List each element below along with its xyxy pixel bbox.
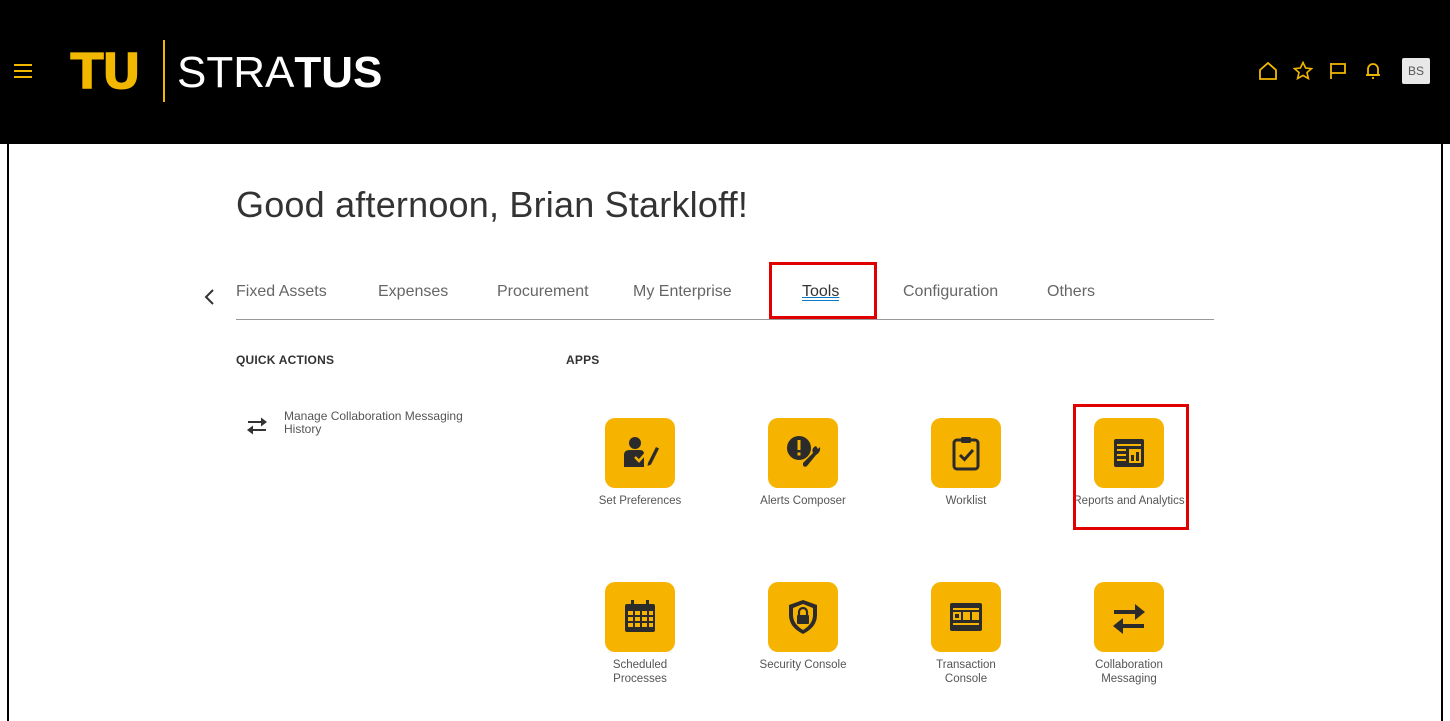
- app-tile: [931, 582, 1001, 652]
- apps-title: APPS: [566, 353, 600, 367]
- tab-configuration[interactable]: Configuration: [903, 283, 998, 301]
- app-tile: [768, 582, 838, 652]
- shield-lock-icon: [789, 600, 817, 634]
- app-tile: [605, 418, 675, 488]
- app-transaction-console[interactable]: Transaction Console: [896, 582, 1036, 686]
- tab-label: Tools: [802, 283, 840, 301]
- app-label: Security Console: [759, 659, 847, 671]
- hamburger-menu-icon[interactable]: [14, 64, 32, 78]
- alerts-composer-icon: [787, 436, 821, 467]
- app-scheduled-processes[interactable]: Scheduled Processes: [570, 582, 710, 686]
- tu-logo[interactable]: TU: [70, 42, 142, 102]
- tab-my-enterprise[interactable]: My Enterprise: [633, 283, 732, 301]
- app-collaboration-messaging[interactable]: Collaboration Messaging: [1059, 582, 1199, 686]
- app-label: Transaction Console: [936, 659, 996, 685]
- app-set-preferences[interactable]: Set Preferences: [570, 418, 710, 508]
- app-label: Collaboration Messaging: [1095, 659, 1163, 685]
- tab-others[interactable]: Others: [1047, 283, 1095, 301]
- app-label: Alerts Composer: [760, 495, 846, 507]
- app-label: Worklist: [945, 495, 987, 507]
- star-icon[interactable]: [1292, 60, 1314, 82]
- home-icon[interactable]: [1257, 60, 1279, 82]
- tabs-scroll-left-chevron-icon[interactable]: [202, 287, 216, 307]
- set-preferences-icon: [624, 437, 659, 467]
- flag-icon[interactable]: [1327, 60, 1349, 82]
- quick-action-manage-collaboration-messaging-history[interactable]: Manage Collaboration Messaging History: [246, 410, 499, 436]
- quick-actions-title: QUICK ACTIONS: [236, 353, 335, 367]
- tab-fixed-assets[interactable]: Fixed Assets: [236, 283, 327, 301]
- content-frame: [7, 144, 1443, 721]
- tab-label: Configuration: [903, 283, 999, 300]
- top-navigation-bar: TU STRATUS BS: [0, 0, 1450, 144]
- tab-label: Others: [1047, 283, 1096, 300]
- app-tile: [931, 418, 1001, 488]
- logo-text-bold: TUS: [294, 48, 383, 97]
- reports-analytics-icon: [1114, 439, 1144, 467]
- tab-procurement[interactable]: Procurement: [497, 283, 589, 301]
- tab-label: Procurement: [497, 283, 589, 300]
- navigator-tabs: Fixed Assets Expenses Procurement My Ent…: [236, 283, 1214, 320]
- greeting-title: Good afternoon, Brian Starkloff!: [236, 184, 749, 225]
- logo-text-light: STRA: [177, 48, 295, 97]
- tab-label: My Enterprise: [633, 283, 732, 300]
- app-alerts-composer[interactable]: Alerts Composer: [733, 418, 873, 508]
- user-avatar[interactable]: BS: [1402, 58, 1430, 84]
- global-nav-icons: BS: [1244, 58, 1430, 84]
- calendar-icon: [625, 600, 655, 632]
- logo-divider: [163, 40, 165, 102]
- app-label: Scheduled Processes: [612, 659, 668, 685]
- app-tile: [1094, 582, 1164, 652]
- transaction-console-icon: [950, 603, 982, 631]
- app-label: Reports and Analytics: [1073, 495, 1185, 507]
- worklist-icon: [952, 437, 980, 471]
- app-label: Set Preferences: [598, 495, 682, 507]
- app-reports-and-analytics[interactable]: Reports and Analytics: [1059, 418, 1199, 508]
- quick-action-label: Manage Collaboration Messaging History: [284, 409, 463, 436]
- transfer-arrows-icon: [1113, 604, 1145, 634]
- tab-tools[interactable]: Tools: [802, 283, 840, 301]
- app-tile: [1094, 418, 1164, 488]
- tab-expenses[interactable]: Expenses: [378, 283, 448, 301]
- app-tile: [605, 582, 675, 652]
- tab-label: Expenses: [378, 283, 449, 300]
- app-worklist[interactable]: Worklist: [896, 418, 1036, 508]
- transfer-arrows-icon: [246, 414, 268, 436]
- app-tile: [768, 418, 838, 488]
- stratus-logo-text[interactable]: STRATUS: [177, 48, 382, 98]
- app-security-console[interactable]: Security Console: [733, 582, 873, 672]
- bell-icon[interactable]: [1362, 60, 1384, 82]
- tab-label: Fixed Assets: [236, 283, 327, 300]
